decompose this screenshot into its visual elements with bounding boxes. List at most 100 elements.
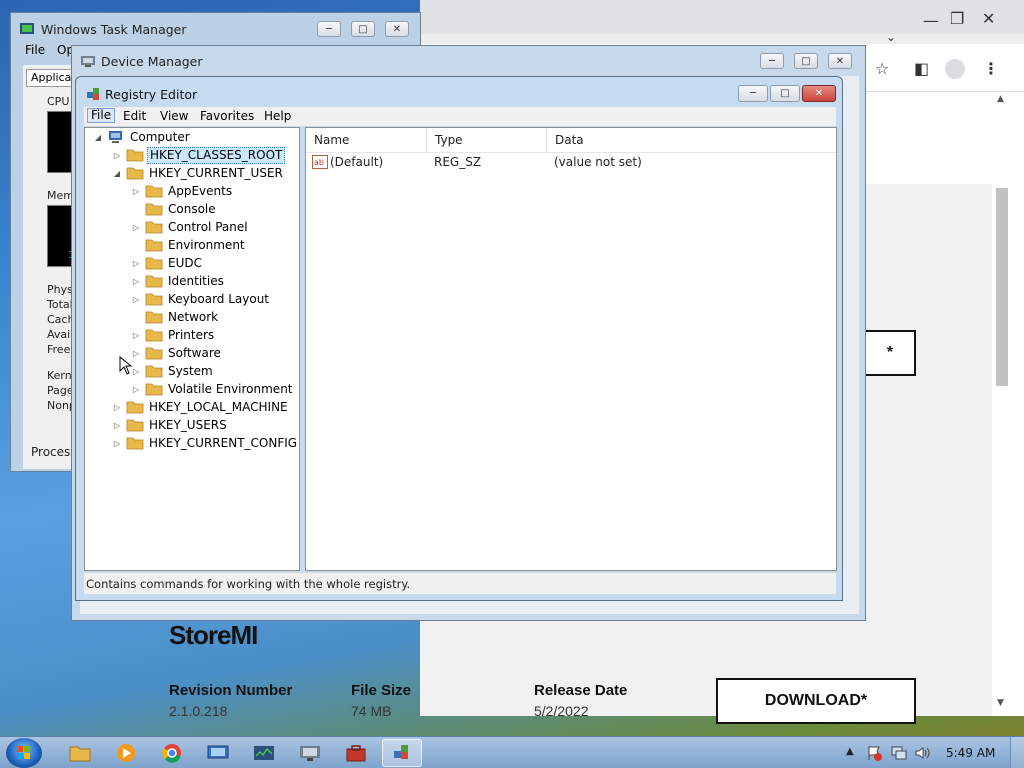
taskbar-chrome[interactable] <box>152 739 192 767</box>
menu-file[interactable]: File <box>87 108 116 123</box>
column-header-type[interactable]: Type <box>427 128 547 152</box>
partial-button[interactable]: * <box>866 330 916 376</box>
taskbar-clock[interactable]: 5:49 AM <box>946 746 995 760</box>
column-header-data[interactable]: Data <box>547 128 838 152</box>
expand-icon[interactable]: ▷ <box>131 223 141 232</box>
expand-icon[interactable]: ▷ <box>112 403 122 412</box>
tree-node-environment[interactable]: Environment <box>131 236 247 254</box>
collapse-icon[interactable]: ◢ <box>112 169 122 178</box>
expand-icon[interactable]: ▷ <box>131 259 141 268</box>
cpu-label: CPU <box>47 95 70 108</box>
minimize-button[interactable]: ─ <box>738 85 768 102</box>
maximize-icon[interactable]: ❐ <box>950 10 964 28</box>
expand-icon[interactable]: ▷ <box>112 439 122 448</box>
regedit-icon <box>394 745 408 759</box>
tree-node-eudc[interactable]: ▷ EUDC <box>131 254 204 272</box>
value-data: (value not set) <box>554 155 642 169</box>
toolbox-icon <box>346 745 366 762</box>
taskbar-device-manager[interactable] <box>290 739 330 767</box>
taskbar-media-player[interactable] <box>106 739 146 767</box>
tree-node-keyboard-layout[interactable]: ▷ Keyboard Layout <box>131 290 271 308</box>
menu-file[interactable]: File <box>25 43 45 57</box>
tree-node-system[interactable]: ▷ System <box>131 362 215 380</box>
tree-label: Computer <box>130 129 190 144</box>
tree-node-identities[interactable]: ▷ Identities <box>131 272 226 290</box>
start-button[interactable] <box>6 738 42 768</box>
tree-label: Control Panel <box>168 219 248 234</box>
expand-icon[interactable]: ▷ <box>131 385 141 394</box>
bookmark-star-icon[interactable]: ☆ <box>875 60 889 78</box>
table-row[interactable]: ab (Default) REG_SZ (value not set) <box>306 154 836 171</box>
tree-node-hkey-local-machine[interactable]: ▷ HKEY_LOCAL_MACHINE <box>112 398 290 416</box>
menu-bar: File Edit View Favorites Help <box>84 107 836 126</box>
expand-icon[interactable]: ▷ <box>131 187 141 196</box>
menu-dots-icon[interactable]: ⋮ <box>983 60 999 78</box>
browser-scrollbar[interactable]: ▲ ▼ <box>992 92 1024 716</box>
collapse-icon[interactable]: ◢ <box>93 133 103 142</box>
tree-label: HKEY_USERS <box>149 417 227 432</box>
download-button[interactable]: DOWNLOAD* <box>716 678 916 724</box>
tree-node-hkey-current-user[interactable]: ◢ HKEY_CURRENT_USER <box>112 164 285 182</box>
taskbar-regedit[interactable] <box>382 739 422 767</box>
device-manager-icon <box>300 746 320 761</box>
folder-icon <box>145 365 163 378</box>
menu-edit[interactable]: Edit <box>120 109 149 124</box>
show-desktop-button[interactable] <box>1010 737 1024 768</box>
tree-node-computer[interactable]: ◢ Computer <box>93 128 192 146</box>
explorer-icon <box>69 746 91 762</box>
close-button[interactable]: ✕ <box>802 85 836 102</box>
tree-node-software[interactable]: ▷ Software <box>131 344 223 362</box>
registry-tree[interactable]: ◢ Computer ▷ HKEY_CLASSES_ROOT ◢ HKEY_CU… <box>84 127 300 571</box>
sidebar-icon[interactable]: ◧ <box>914 60 929 78</box>
menu-favorites[interactable]: Favorites <box>197 109 257 124</box>
maximize-button[interactable]: □ <box>770 85 800 102</box>
close-button[interactable]: ✕ <box>828 53 852 69</box>
available-label: Avail <box>47 328 74 341</box>
expand-icon[interactable]: ▷ <box>131 295 141 304</box>
tree-label: HKEY_LOCAL_MACHINE <box>149 399 288 414</box>
close-button[interactable]: ✕ <box>385 21 409 37</box>
status-text: Contains commands for working with the w… <box>86 577 411 591</box>
taskbar-remote-desktop[interactable] <box>198 739 238 767</box>
expand-icon[interactable]: ▷ <box>112 421 122 430</box>
minimize-button[interactable]: ─ <box>760 53 784 69</box>
status-bar: Contains commands for working with the w… <box>84 572 836 594</box>
menu-view[interactable]: View <box>157 109 191 124</box>
tree-node-appevents[interactable]: ▷ AppEvents <box>131 182 234 200</box>
tree-node-network[interactable]: Network <box>131 308 220 326</box>
registry-values-list[interactable]: Name Type Data ab (Default) REG_SZ (valu… <box>305 127 837 571</box>
minimize-icon[interactable]: — <box>923 12 939 30</box>
scroll-up-icon[interactable]: ▲ <box>997 94 1004 104</box>
tree-node-control-panel[interactable]: ▷ Control Panel <box>131 218 250 236</box>
tree-node-volatile-environment[interactable]: ▷ Volatile Environment <box>131 380 295 398</box>
close-icon[interactable]: ✕ <box>982 10 995 28</box>
taskbar-explorer[interactable] <box>60 739 100 767</box>
menu-help[interactable]: Help <box>261 109 294 124</box>
maximize-button[interactable]: □ <box>794 53 818 69</box>
scrollbar-thumb[interactable] <box>996 188 1008 386</box>
network-icon[interactable] <box>890 745 908 761</box>
expand-icon[interactable]: ▷ <box>131 331 141 340</box>
tree-node-hkey-current-config[interactable]: ▷ HKEY_CURRENT_CONFIG <box>112 434 299 452</box>
folder-icon <box>145 203 163 216</box>
volume-icon[interactable] <box>914 745 930 761</box>
show-hidden-icons[interactable]: ▲ <box>846 746 854 757</box>
tree-node-hkey-classes-root[interactable]: ▷ HKEY_CLASSES_ROOT <box>112 146 286 164</box>
expand-icon[interactable]: ▷ <box>131 277 141 286</box>
regedit-icon <box>87 88 99 100</box>
release-date-label: Release Date <box>534 682 628 699</box>
column-header-name[interactable]: Name <box>306 128 427 152</box>
tree-label: Volatile Environment <box>168 381 293 396</box>
tree-node-console[interactable]: Console <box>131 200 218 218</box>
maximize-button[interactable]: □ <box>351 21 375 37</box>
profile-avatar-icon[interactable] <box>945 59 965 79</box>
tree-node-printers[interactable]: ▷ Printers <box>131 326 216 344</box>
action-center-flag-icon[interactable] <box>866 745 882 761</box>
minimize-button[interactable]: ─ <box>317 21 341 37</box>
taskbar-toolbox[interactable] <box>336 739 376 767</box>
taskbar-task-manager[interactable] <box>244 739 284 767</box>
scroll-down-icon[interactable]: ▼ <box>997 698 1004 708</box>
task-manager-icon <box>20 23 34 34</box>
tree-node-hkey-users[interactable]: ▷ HKEY_USERS <box>112 416 229 434</box>
expand-icon[interactable]: ▷ <box>112 151 122 160</box>
